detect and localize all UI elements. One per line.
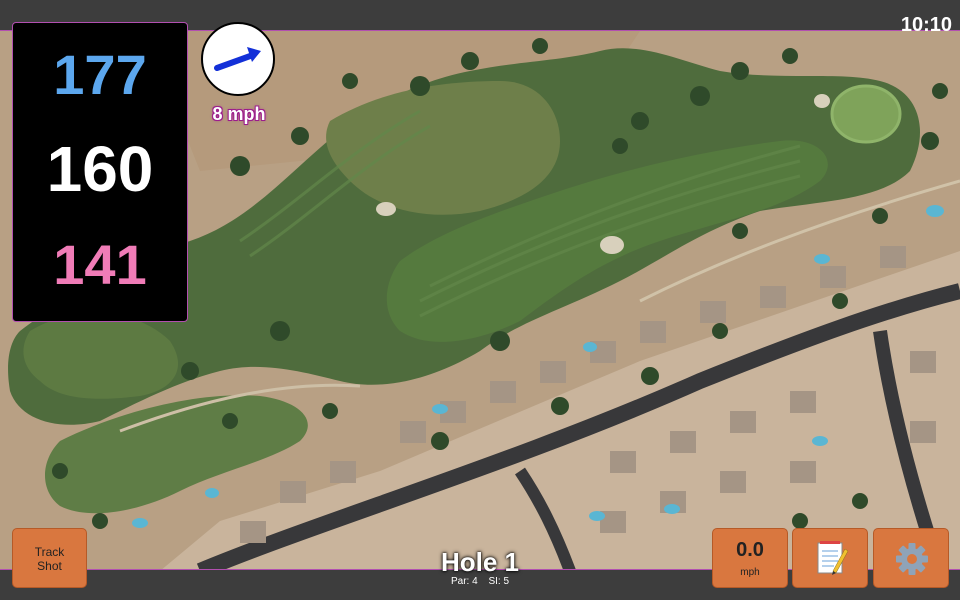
wind-indicator <box>201 22 275 96</box>
distance-back: 177 <box>53 43 147 106</box>
hole-title: Hole 1 <box>440 547 520 577</box>
notepad-icon <box>817 541 849 575</box>
wind-speed-label: 8 mph <box>212 104 266 124</box>
distance-middle: 160 <box>46 133 154 205</box>
track-shot-button[interactable]: Track Shot <box>12 528 87 588</box>
speed-unit: mph <box>740 567 760 578</box>
arrow-icon <box>214 47 261 71</box>
settings-button[interactable] <box>873 528 949 588</box>
distance-front: 141 <box>53 233 147 296</box>
speed-button[interactable]: 0.0 mph <box>712 528 788 588</box>
track-shot-label-line2: Shot <box>37 559 62 573</box>
notes-button[interactable] <box>792 528 868 588</box>
distance-panel: 177 160 141 <box>12 22 188 322</box>
gear-icon <box>896 543 928 575</box>
track-shot-label-line1: Track <box>34 545 65 559</box>
speed-value: 0.0 <box>736 539 764 561</box>
hole-info: Par: 4 SI: 5 <box>380 577 580 587</box>
clock: 10:10 <box>900 14 952 36</box>
par-label: Par: 4 <box>450 576 478 587</box>
stroke-index-label: SI: 5 <box>488 576 510 587</box>
